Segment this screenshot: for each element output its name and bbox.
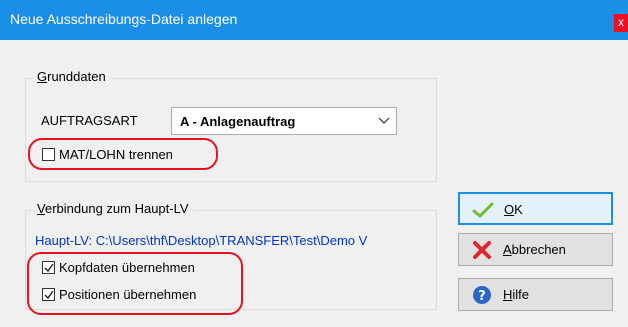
auftragsart-select[interactable]: A - Anlagenauftrag [171,107,397,135]
close-button[interactable]: x [614,14,628,32]
annotation-oval-uebernehmen [27,252,243,315]
annotation-oval-mat-lohn [28,138,218,170]
grunddaten-legend: Grunddaten [33,69,110,84]
checkmark-icon [472,202,494,218]
dialog-window: Neue Ausschreibungs-Datei anlegen x Grun… [0,0,628,327]
auftragsart-value: A - Anlagenauftrag [180,114,296,129]
svg-text:?: ? [478,289,486,304]
auftragsart-label: AUFTRAGSART [41,113,138,128]
hilfe-label: Hilfe [503,287,530,302]
title-bar: Neue Ausschreibungs-Datei anlegen x [0,0,628,40]
abbrechen-button[interactable]: Abbrechen [458,233,613,266]
haupt-lv-path-link[interactable]: Haupt-LV: C:\Users\thf\Desktop\TRANSFER\… [35,233,433,248]
ok-label: OK [504,202,523,217]
ok-button[interactable]: OK [458,192,613,225]
verbindung-legend: Verbindung zum Haupt-LV [33,201,193,216]
window-title: Neue Ausschreibungs-Datei anlegen [10,11,238,27]
abbrechen-label: Abbrechen [503,242,566,257]
cancel-x-icon [473,241,491,259]
help-icon: ? [473,286,491,304]
chevron-down-icon [378,117,390,124]
hilfe-button[interactable]: ? Hilfe [458,278,613,311]
